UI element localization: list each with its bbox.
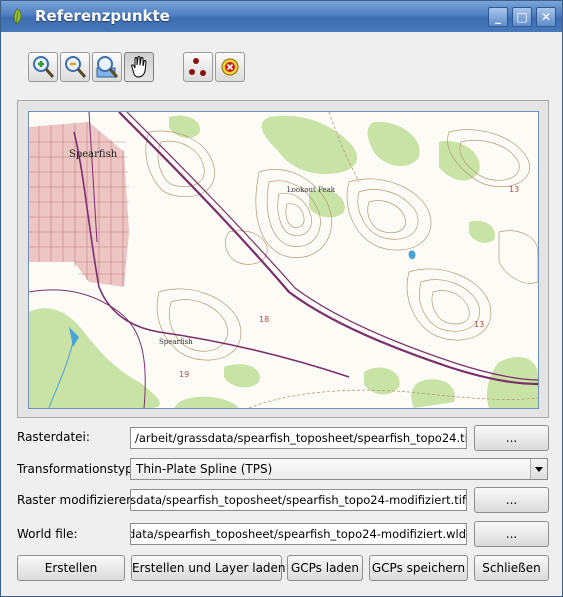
map-canvas[interactable]: 13 18 13 19 Spearfish Lookout Peak Spear…: [28, 111, 539, 409]
map-label-spearfish-2: Spearfish: [159, 338, 193, 346]
create-and-load-layer-button[interactable]: Erstellen und Layer laden: [131, 555, 286, 581]
world-file-label: World file:: [17, 527, 78, 541]
browse-modified-button[interactable]: ...: [474, 487, 549, 513]
transform-type-label: Transformationstyp:: [17, 462, 137, 476]
add-point-icon: [189, 58, 206, 76]
svg-text:18: 18: [259, 315, 269, 324]
close-button[interactable]: Schließen: [474, 555, 549, 581]
load-gcps-button[interactable]: GCPs laden: [287, 555, 363, 581]
svg-text:13: 13: [474, 320, 484, 329]
map-label-spearfish: Spearfish: [69, 149, 118, 160]
zoom-to-layer-icon: [96, 56, 119, 78]
add-point-button[interactable]: [183, 52, 213, 82]
browse-world-button[interactable]: ...: [474, 521, 549, 547]
zoom-in-button[interactable]: [28, 52, 58, 82]
modified-raster-label: Raster modifizieren:: [17, 493, 138, 507]
qgis-leaf-icon: [13, 8, 22, 25]
raster-file-label: Rasterdatei:: [17, 430, 90, 444]
zoom-in-icon: [33, 56, 55, 78]
svg-text:13: 13: [509, 185, 519, 194]
transform-type-combo[interactable]: Thin-Plate Spline (TPS): [130, 458, 548, 480]
delete-point-icon: [221, 58, 239, 76]
pan-hand-icon: [131, 56, 147, 78]
zoom-to-layer-button[interactable]: [92, 52, 122, 82]
zoom-out-icon: [65, 56, 87, 78]
topographic-map: 13 18 13 19 Spearfish Lookout Peak Spear…: [29, 112, 538, 408]
zoom-out-button[interactable]: [60, 52, 90, 82]
map-label-lookout-peak: Lookout Peak: [287, 186, 336, 194]
delete-point-button[interactable]: [215, 52, 245, 82]
save-gcps-button[interactable]: GCPs speichern: [369, 555, 468, 581]
chevron-down-icon[interactable]: [530, 459, 547, 479]
maximize-button[interactable]: □: [512, 7, 532, 27]
georeferencer-window: Referenzpunkte _ □ ✕ 13 18 13 19 Spearfi…: [0, 0, 563, 597]
minimize-button[interactable]: _: [488, 7, 508, 27]
pan-button[interactable]: [124, 52, 154, 82]
svg-text:19: 19: [179, 370, 189, 379]
create-button[interactable]: Erstellen: [17, 555, 125, 581]
close-window-button[interactable]: ✕: [536, 7, 556, 27]
browse-raster-button[interactable]: ...: [474, 425, 549, 451]
window-title: Referenzpunkte: [35, 7, 170, 25]
transform-type-value: Thin-Plate Spline (TPS): [136, 462, 273, 476]
world-file-field[interactable]: ssdata/spearfish_toposheet/spearfish_top…: [130, 523, 467, 545]
modified-raster-field[interactable]: rassdata/spearfish_toposheet/spearfish_t…: [130, 489, 467, 511]
title-bar[interactable]: Referenzpunkte _ □ ✕: [1, 1, 562, 32]
raster-file-field[interactable]: /arbeit/grassdata/spearfish_toposheet/sp…: [130, 427, 467, 449]
